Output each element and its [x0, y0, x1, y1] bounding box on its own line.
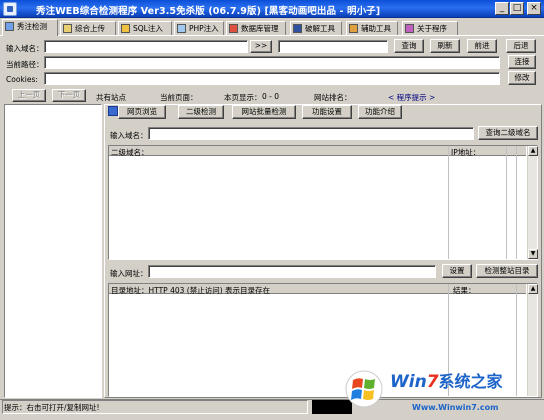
address-input[interactable] — [278, 40, 388, 53]
refresh-button[interactable]: 刷新 — [430, 39, 460, 53]
col-ip: IP地址： — [451, 148, 481, 157]
sql-icon — [121, 24, 130, 33]
scroll-up-icon[interactable]: ▲ — [528, 146, 538, 156]
minimize-button[interactable]: _ — [495, 2, 509, 15]
database-icon — [229, 24, 238, 33]
tab-label: 秀注检测 — [17, 22, 47, 31]
settings-button[interactable]: 设置 — [442, 264, 472, 278]
query-button[interactable]: 查询 — [394, 39, 424, 53]
tab-label: 综合上传 — [75, 24, 105, 33]
php-icon — [177, 24, 186, 33]
domain-input[interactable] — [44, 40, 248, 53]
tab-label: SQL注入 — [133, 24, 163, 33]
tabstrip-line — [0, 35, 544, 36]
watermark-url: Www.Winwin7.com — [412, 403, 499, 412]
tab-sql-injection[interactable]: SQL注入 — [118, 21, 172, 35]
grid-divider — [516, 146, 517, 259]
upload-icon — [63, 24, 72, 33]
tab-label: PHP注入 — [189, 24, 219, 33]
tab-about[interactable]: 关于程序 — [402, 21, 458, 35]
site-count-label: 共有站点 — [96, 93, 126, 102]
detect-dir-button[interactable]: 检测整站目录 — [476, 264, 538, 278]
col-directory: 目录地址：HTTP 403 (禁止访问) 表示目录存在 — [111, 286, 271, 295]
col-result: 结果： — [453, 286, 476, 295]
watermark-brand: Win7系统之家 — [390, 368, 503, 392]
watermark-cn: 系统之家 — [438, 372, 503, 391]
tab-injection-detect[interactable]: 秀注检测 — [2, 19, 58, 36]
col-subdomain: 二级域名： — [111, 148, 149, 157]
page-show-value: 0 - 0 — [262, 92, 280, 101]
subtab-settings[interactable]: 功能设置 — [302, 105, 352, 119]
site-list[interactable] — [4, 104, 102, 398]
site-rank-label: 网站排名： — [314, 93, 352, 102]
crack-icon — [293, 24, 302, 33]
url-label: 输入网址： — [110, 269, 148, 278]
cookies-label: Cookies: — [6, 75, 38, 84]
path-input[interactable] — [44, 56, 500, 69]
subtab-batch-detect[interactable]: 网站批量检测 — [232, 105, 296, 119]
tab-label: 破解工具 — [305, 24, 335, 33]
watermark-7: 7 — [426, 372, 439, 392]
tab-database[interactable]: 数据库管理 — [226, 21, 286, 35]
tab-crack-tools[interactable]: 破解工具 — [290, 21, 342, 35]
tab-upload[interactable]: 综合上传 — [60, 21, 116, 35]
scroll-down-icon[interactable]: ▼ — [528, 249, 538, 259]
scroll-up-icon[interactable]: ▲ — [528, 284, 538, 294]
browse-icon — [108, 106, 118, 116]
about-icon — [405, 24, 414, 33]
aux-tools-icon — [349, 24, 358, 33]
subdomain-grid[interactable] — [108, 145, 538, 260]
watermark-win: Win — [390, 372, 427, 392]
program-tip-label: < 程序提示 > — [388, 93, 436, 102]
tab-label: 数据库管理 — [241, 24, 279, 33]
window-title: 秀注WEB综合检测程序 Ver3.5免杀版 (06.7.9版) [黑客动画吧出品… — [36, 6, 381, 17]
next-page-button[interactable]: 下一页 — [52, 89, 86, 102]
subtab-web-browse[interactable]: 网页浏览 — [118, 105, 166, 119]
subdomain-label: 输入域名： — [110, 131, 148, 140]
subtab-second-level[interactable]: 二级检测 — [178, 105, 224, 119]
subdomain-input[interactable] — [148, 127, 474, 140]
current-page-label: 当前页面： — [160, 93, 198, 102]
status-text: 提示：右击可打开/复制网址! — [4, 403, 100, 412]
subdomain-scrollbar[interactable]: ▲ ▼ — [527, 146, 538, 259]
forward-button[interactable]: 前进 — [467, 39, 497, 53]
app-icon — [3, 2, 17, 16]
tab-label: 辅助工具 — [361, 24, 391, 33]
grid-divider — [506, 146, 507, 259]
connect-button[interactable]: 连接 — [508, 55, 536, 69]
path-label: 当前路径： — [6, 60, 44, 69]
url-input[interactable] — [148, 265, 436, 278]
cookies-input[interactable] — [44, 72, 500, 85]
maximize-button[interactable]: □ — [510, 2, 524, 15]
tab-php-injection[interactable]: PHP注入 — [174, 21, 224, 35]
subtab-intro[interactable]: 功能介绍 — [358, 105, 402, 119]
tab-aux-tools[interactable]: 辅助工具 — [346, 21, 398, 35]
domain-label: 输入域名： — [6, 44, 44, 53]
back-button[interactable]: 后退 — [506, 39, 536, 53]
go-arrow-button[interactable]: >> — [250, 40, 272, 53]
query-subdomain-button[interactable]: 查询二级域名 — [478, 126, 538, 140]
tab-label: 关于程序 — [417, 24, 447, 33]
detect-icon — [5, 22, 14, 31]
modify-button[interactable]: 修改 — [508, 71, 536, 85]
prev-page-button[interactable]: 上一页 — [12, 89, 46, 102]
close-button[interactable]: × — [527, 2, 541, 15]
page-show-label: 本页显示： — [224, 93, 262, 102]
grid-divider — [448, 146, 449, 259]
